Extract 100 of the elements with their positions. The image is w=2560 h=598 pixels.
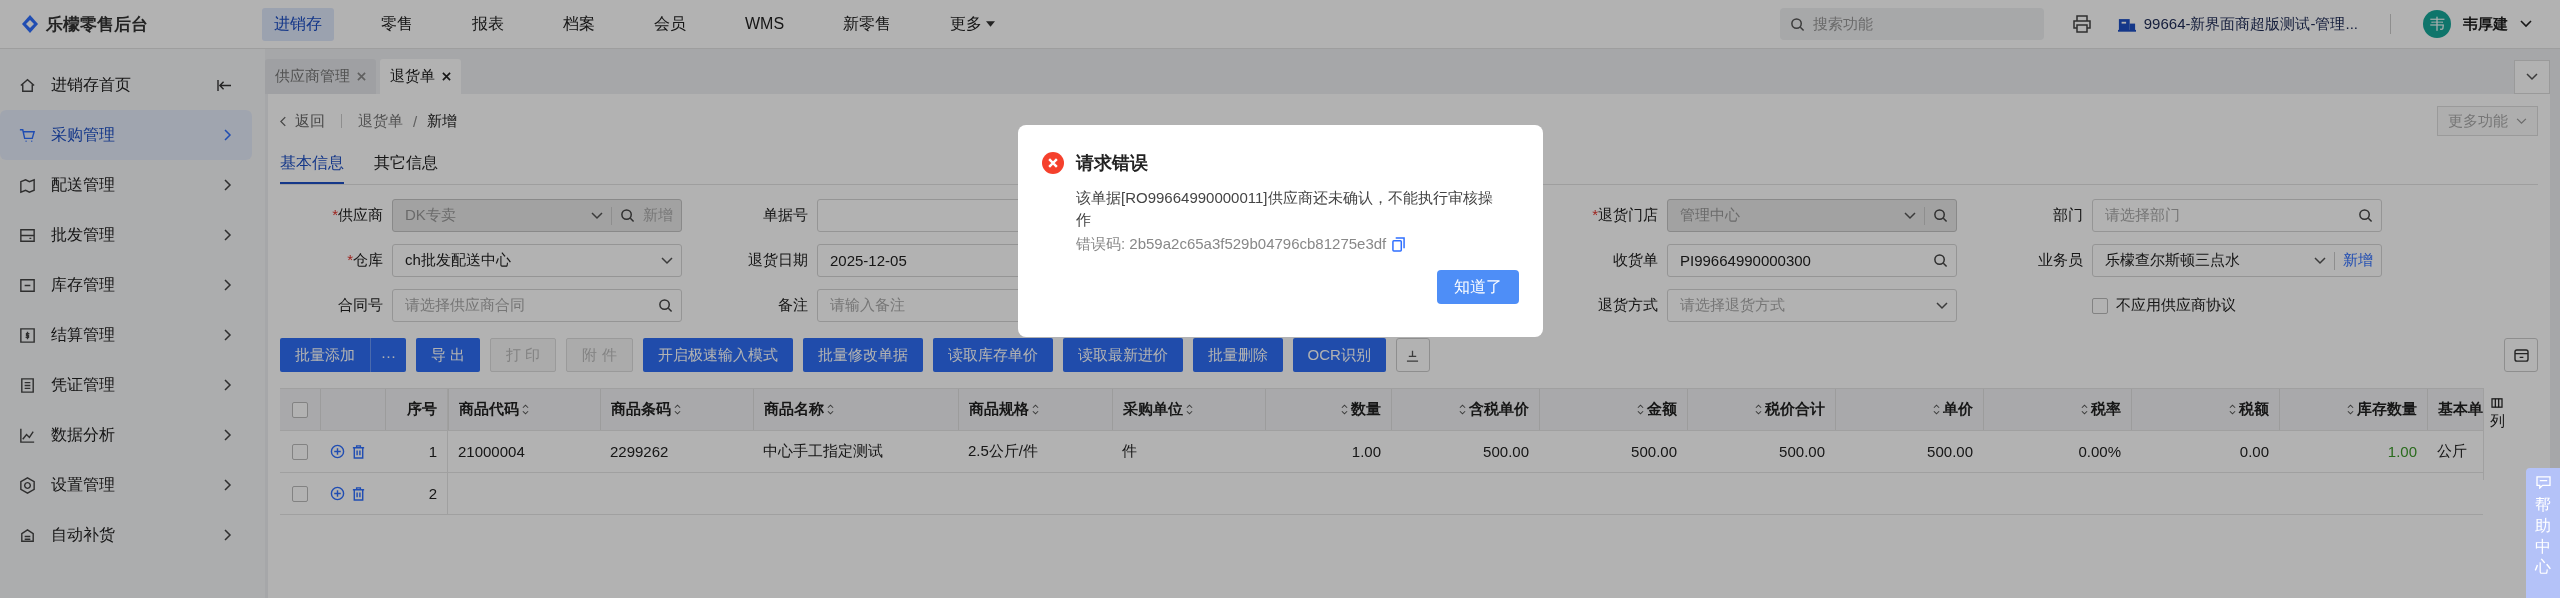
sidebar-item[interactable]: 采购管理 bbox=[0, 110, 252, 160]
nav-tab[interactable]: 档案 bbox=[551, 7, 607, 41]
sidebar-item[interactable]: 库存管理 bbox=[0, 260, 252, 310]
nav-tab[interactable]: 进销存 bbox=[262, 7, 334, 41]
sort-icon[interactable] bbox=[1933, 403, 1940, 416]
app-title: 乐檬零售后台 bbox=[46, 13, 148, 36]
column-header[interactable]: 含税单价 bbox=[1459, 400, 1529, 419]
add-row-icon[interactable] bbox=[330, 486, 345, 501]
checkbox[interactable] bbox=[292, 485, 308, 502]
collapse-icon bbox=[1406, 348, 1420, 362]
toolbar-button[interactable]: 批量删除 bbox=[1192, 338, 1283, 372]
select-field[interactable]: ch批发配送中心 bbox=[392, 244, 682, 277]
chevron-right-icon bbox=[224, 429, 232, 441]
column-header[interactable]: 商品代码 bbox=[459, 400, 529, 419]
sidebar-item[interactable]: 数据分析 bbox=[0, 410, 252, 460]
search-icon[interactable] bbox=[2358, 208, 2373, 223]
sidebar-item[interactable]: 配送管理 bbox=[0, 160, 252, 210]
collapse-button[interactable] bbox=[1395, 338, 1430, 372]
more-button[interactable]: ··· bbox=[371, 338, 406, 372]
checkbox[interactable] bbox=[292, 443, 308, 460]
checkbox[interactable] bbox=[2092, 297, 2108, 314]
sort-icon[interactable] bbox=[1341, 403, 1348, 416]
batch-add-button[interactable]: 批量添加 bbox=[280, 338, 371, 372]
delete-icon[interactable] bbox=[351, 444, 366, 459]
table-cell: 21000004 bbox=[458, 443, 525, 460]
toolbar-button[interactable]: 批量修改单据 bbox=[802, 338, 923, 372]
column-header[interactable]: 商品条码 bbox=[611, 400, 681, 419]
sidebar-item[interactable]: 自动补货 bbox=[0, 510, 252, 560]
back-link[interactable]: 返回 bbox=[280, 111, 325, 131]
nav-tab[interactable]: WMS bbox=[733, 9, 797, 39]
breadcrumb-item[interactable]: 退货单 bbox=[358, 111, 403, 131]
column-header[interactable]: 税率 bbox=[2081, 400, 2121, 419]
chevron-down-icon bbox=[2314, 256, 2326, 265]
column-header[interactable]: 单价 bbox=[1933, 400, 1973, 419]
sort-icon[interactable] bbox=[1755, 403, 1762, 416]
section-tab[interactable]: 其它信息 bbox=[374, 144, 438, 184]
toolbar-button[interactable]: OCR识别 bbox=[1292, 338, 1386, 372]
sort-icon[interactable] bbox=[2229, 403, 2236, 416]
column-header[interactable]: 采购单位 bbox=[1123, 400, 1193, 419]
sort-icon[interactable] bbox=[1637, 403, 1644, 416]
sidebar-item[interactable]: 进销存首页 bbox=[0, 60, 252, 110]
toolbar-button[interactable]: 读取最新进价 bbox=[1062, 338, 1183, 372]
menu-item-icon bbox=[18, 375, 37, 395]
sort-icon[interactable] bbox=[1186, 403, 1193, 416]
store-name[interactable]: 99664-新界面商超版测试-管理... bbox=[2143, 14, 2358, 34]
column-header[interactable]: 金额 bbox=[1637, 400, 1677, 419]
chevron-down-icon[interactable] bbox=[2520, 20, 2532, 28]
sidebar-item[interactable]: 设置管理 bbox=[0, 460, 252, 510]
close-icon[interactable] bbox=[442, 72, 451, 81]
chevron-down-icon bbox=[661, 256, 673, 265]
chevron-right-icon bbox=[224, 279, 232, 291]
tabs-menu-button[interactable] bbox=[2514, 60, 2550, 94]
table-cell: 2299262 bbox=[610, 443, 669, 460]
toolbar-button[interactable]: 导 出 bbox=[416, 338, 481, 372]
layout-button[interactable] bbox=[2504, 338, 2538, 372]
field-label: *供应商 bbox=[332, 206, 383, 225]
column-header[interactable]: 商品规格 bbox=[969, 400, 1039, 419]
sort-icon[interactable] bbox=[522, 403, 529, 416]
sidebar-item[interactable]: 批发管理 bbox=[0, 210, 252, 260]
column-header[interactable]: 商品名称 bbox=[764, 400, 834, 419]
add-row-icon[interactable] bbox=[330, 444, 345, 459]
sort-icon[interactable] bbox=[2081, 403, 2088, 416]
column-header[interactable]: 库存数量 bbox=[2347, 400, 2417, 419]
sort-icon[interactable] bbox=[827, 403, 834, 416]
copy-icon[interactable] bbox=[1392, 237, 1406, 252]
nav-tab[interactable]: 会员 bbox=[642, 7, 698, 41]
select-field[interactable]: 乐檬查尔斯顿三点水 新增 bbox=[2092, 244, 2382, 277]
caret-icon bbox=[986, 21, 996, 27]
table-cell: 1.00 bbox=[1351, 443, 1381, 460]
nav-tab[interactable]: 报表 bbox=[460, 7, 516, 41]
sort-icon[interactable] bbox=[1032, 403, 1039, 416]
sort-icon[interactable] bbox=[674, 403, 681, 416]
column-header: 基本单 bbox=[2438, 400, 2483, 419]
user-name[interactable]: 韦厚建 bbox=[2463, 14, 2508, 34]
table-cell: 中心手工指定测试 bbox=[763, 442, 883, 461]
checkbox[interactable] bbox=[292, 401, 308, 418]
column-header[interactable]: 税额 bbox=[2229, 400, 2269, 419]
section-tab[interactable]: 基本信息 bbox=[280, 144, 344, 184]
toolbar-button[interactable]: 开启极速输入模式 bbox=[642, 338, 793, 372]
sort-icon[interactable] bbox=[2347, 403, 2354, 416]
collapse-icon[interactable] bbox=[217, 78, 232, 92]
printer-icon[interactable] bbox=[2071, 14, 2092, 34]
search-icon[interactable] bbox=[658, 298, 673, 313]
chevron-right-icon bbox=[224, 129, 232, 141]
nav-tab[interactable]: 零售 bbox=[369, 7, 425, 41]
nav-tab[interactable]: 更多 bbox=[938, 7, 1008, 41]
input-field[interactable]: PI99664990000300 bbox=[1667, 244, 1957, 277]
column-header[interactable]: 数量 bbox=[1341, 400, 1381, 419]
sidebar-item[interactable]: 结算管理 bbox=[0, 310, 252, 360]
delete-icon[interactable] bbox=[351, 486, 366, 501]
page-tab[interactable]: 退货单 bbox=[380, 59, 461, 94]
toolbar-button[interactable]: 读取库存单价 bbox=[932, 338, 1053, 372]
column-header[interactable]: 税价合计 bbox=[1755, 400, 1825, 419]
nav-tab[interactable]: 新零售 bbox=[831, 7, 904, 41]
menu-item-icon bbox=[18, 325, 37, 345]
search-icon[interactable] bbox=[1933, 253, 1948, 268]
table-cell: 2.5公斤/件 bbox=[968, 442, 1039, 461]
sort-icon[interactable] bbox=[1459, 403, 1466, 416]
add-link[interactable]: 新增 bbox=[2343, 251, 2373, 270]
sidebar-item[interactable]: 凭证管理 bbox=[0, 360, 252, 410]
